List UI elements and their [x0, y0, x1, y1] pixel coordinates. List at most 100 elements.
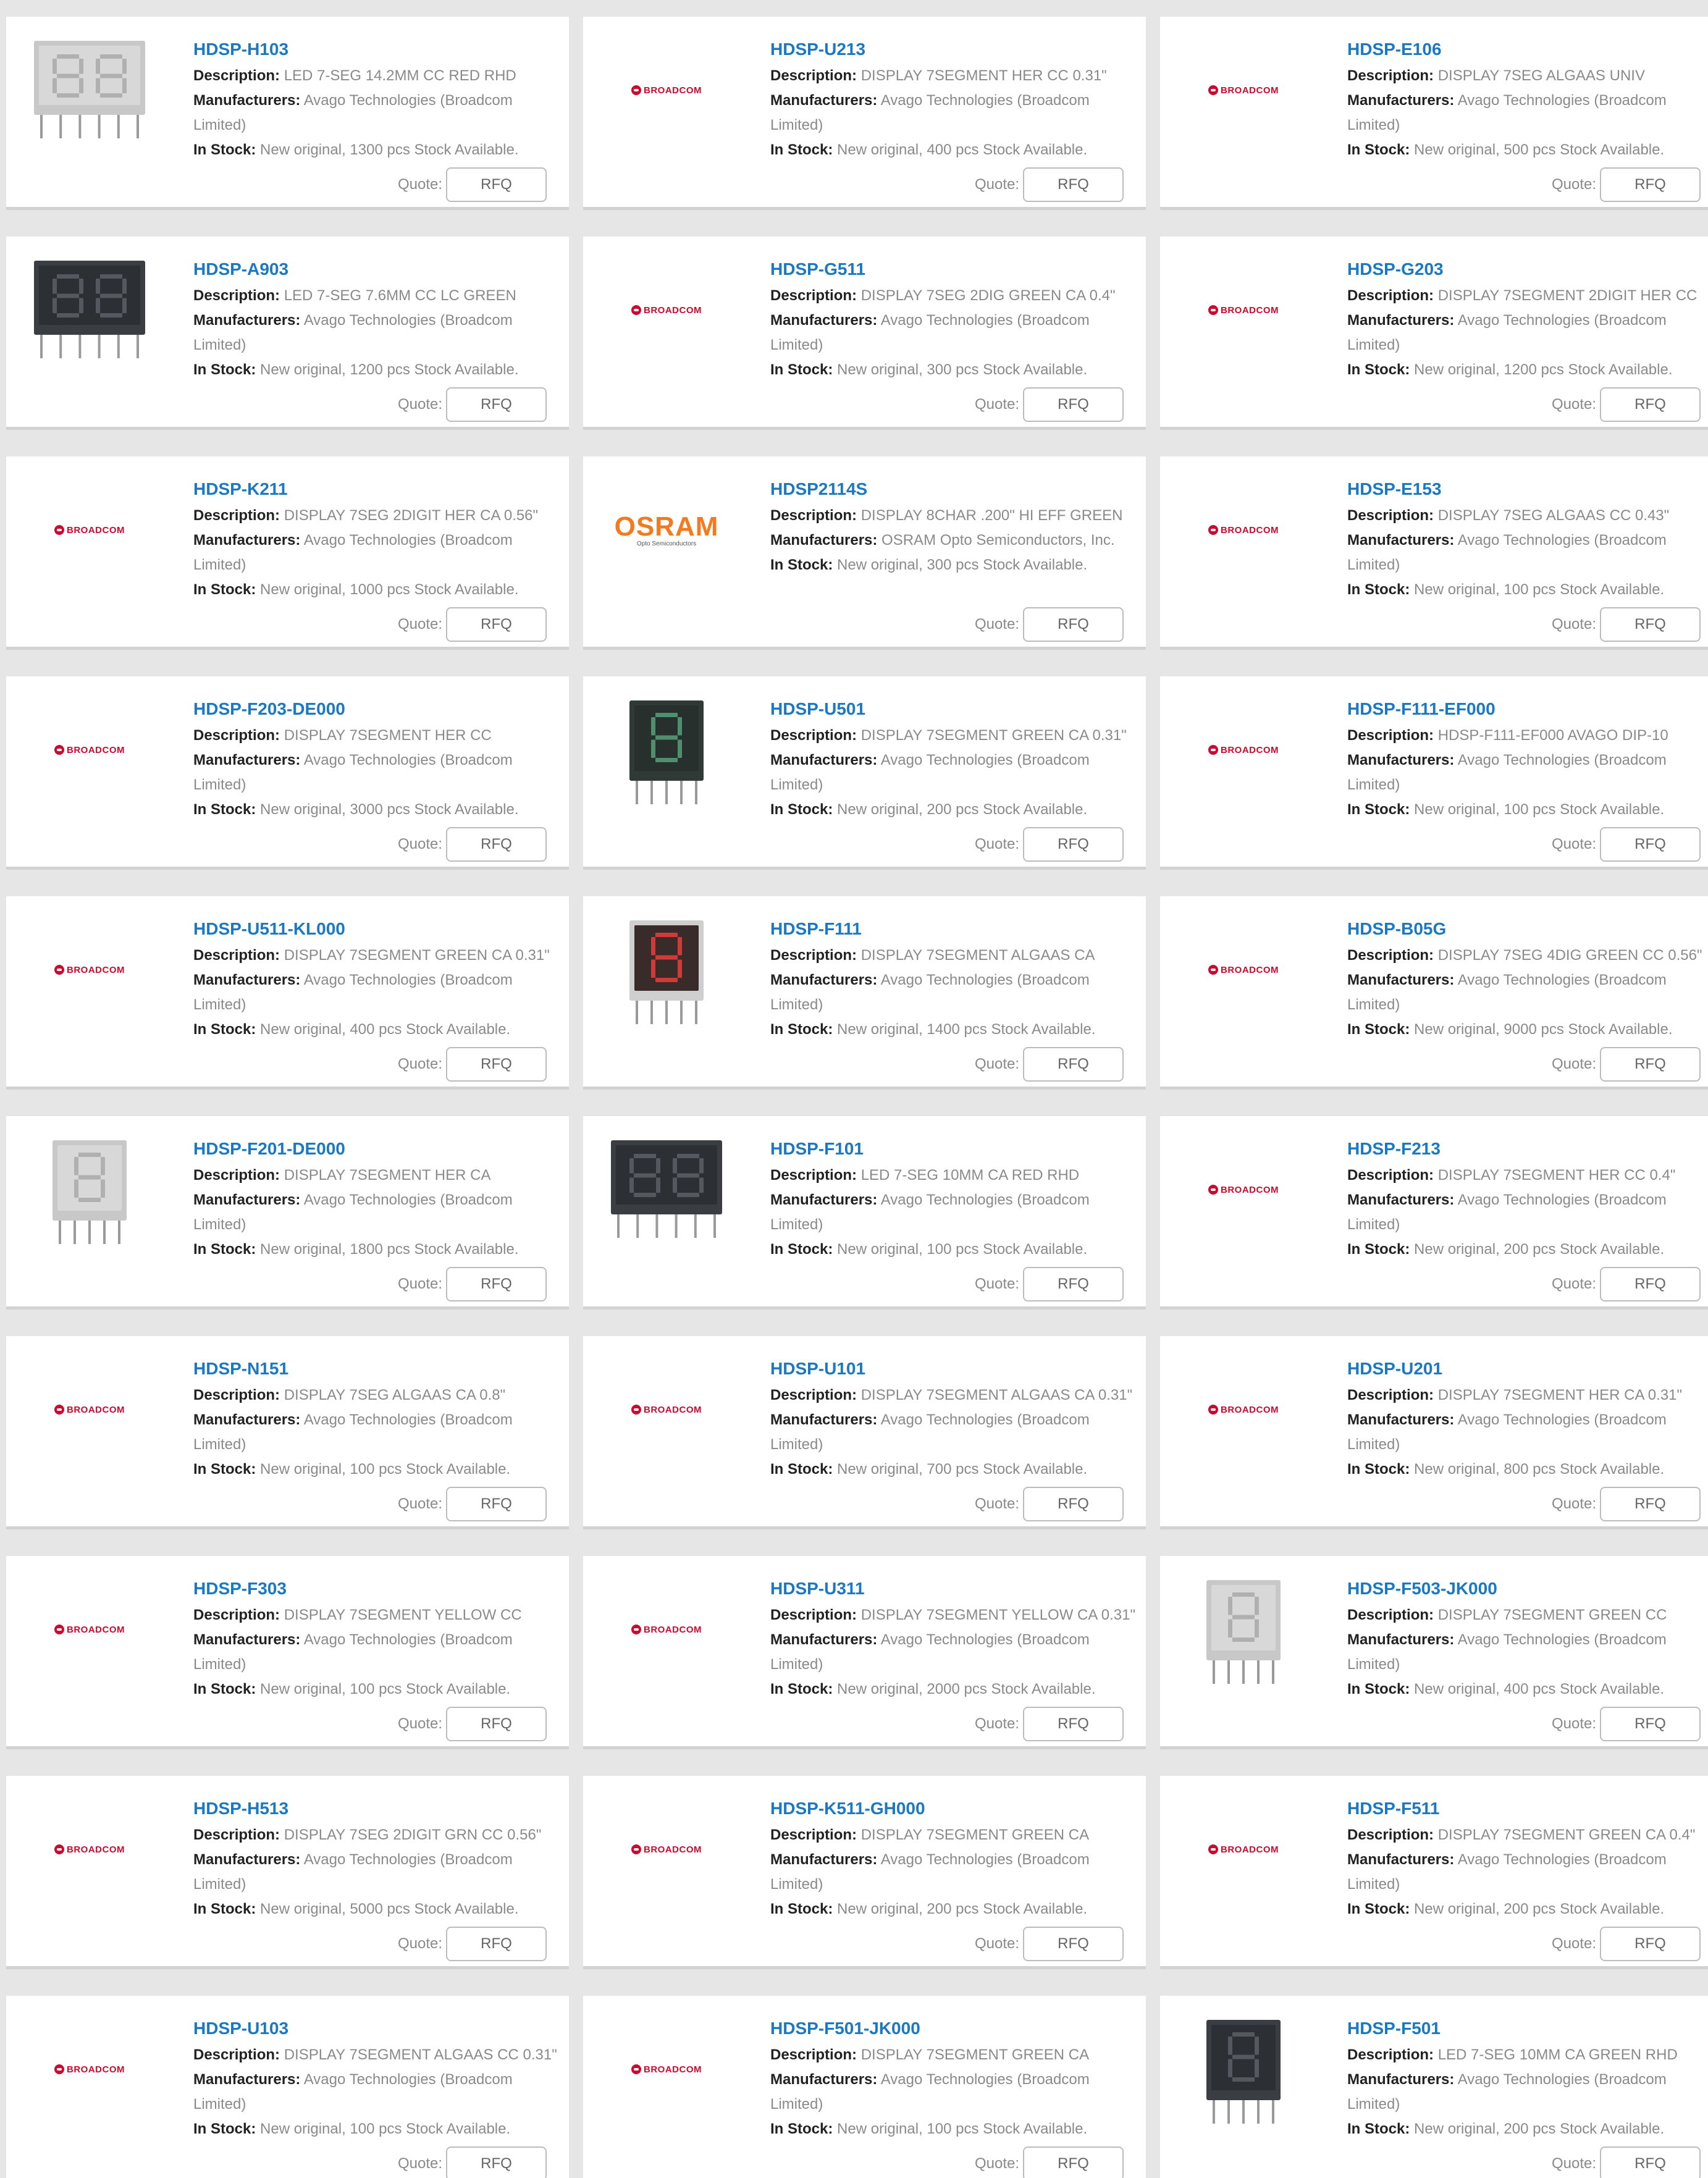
product-info: HDSP-A903 Description: LED 7-SEG 7.6MM C… [193, 255, 569, 382]
product-thumbnail[interactable] [1179, 2011, 1308, 2128]
rfq-button[interactable]: RFQ [446, 827, 547, 862]
rfq-button[interactable]: RFQ [446, 1927, 547, 1961]
part-number-link[interactable]: HDSP-U101 [770, 1355, 1146, 1383]
rfq-button[interactable]: RFQ [1600, 1487, 1701, 1521]
rfq-button[interactable]: RFQ [1023, 167, 1124, 202]
description-row: Description: DISPLAY 7SEG 2DIG GREEN CA … [770, 284, 1146, 308]
part-number-link[interactable]: HDSP-F501 [1347, 2014, 1708, 2043]
manufacturer-value-cont: Limited) [193, 996, 246, 1013]
quote-area: Quote: RFQ [975, 1487, 1124, 1521]
part-number-link[interactable]: HDSP-F203-DE000 [193, 695, 569, 723]
rfq-button[interactable]: RFQ [1600, 1267, 1701, 1301]
broadcom-logo-text: BROADCOM [644, 305, 702, 316]
manufacturer-row: Manufacturers: Avago Technologies (Broad… [193, 528, 569, 553]
product-thumbnail[interactable]: BROADCOM [602, 2011, 731, 2128]
product-thumbnail[interactable]: BROADCOM [25, 1571, 154, 1688]
part-number-link[interactable]: HDSP-K511-GH000 [770, 1794, 1146, 1823]
rfq-button[interactable]: RFQ [1600, 1047, 1701, 1082]
part-number-link[interactable]: HDSP-F111-EF000 [1347, 695, 1708, 723]
part-number-link[interactable]: HDSP-U201 [1347, 1355, 1708, 1383]
product-thumbnail[interactable]: BROADCOM [1179, 471, 1308, 589]
product-thumbnail[interactable]: BROADCOM [25, 471, 154, 589]
product-thumbnail[interactable]: BROADCOM [1179, 691, 1308, 809]
product-thumbnail[interactable]: BROADCOM [1179, 32, 1308, 149]
rfq-button[interactable]: RFQ [1023, 1047, 1124, 1082]
product-thumbnail[interactable]: BROADCOM [1179, 1791, 1308, 1908]
product-thumbnail[interactable]: BROADCOM [25, 691, 154, 809]
product-info: HDSP-U501 Description: DISPLAY 7SEGMENT … [770, 695, 1146, 822]
rfq-button[interactable]: RFQ [446, 1707, 547, 1741]
part-number-link[interactable]: HDSP-U501 [770, 695, 1146, 723]
product-thumbnail[interactable]: BROADCOM [1179, 911, 1308, 1028]
product-thumbnail[interactable] [25, 1131, 154, 1248]
product-thumbnail[interactable]: BROADCOM [602, 1351, 731, 1468]
product-thumbnail[interactable] [602, 691, 731, 809]
part-number-link[interactable]: HDSP-U213 [770, 35, 1146, 64]
product-thumbnail[interactable] [602, 911, 731, 1028]
part-number-link[interactable]: HDSP-U311 [770, 1575, 1146, 1603]
product-thumbnail[interactable]: BROADCOM [25, 1791, 154, 1908]
rfq-button[interactable]: RFQ [1023, 1707, 1124, 1741]
product-thumbnail[interactable] [25, 32, 154, 149]
rfq-button[interactable]: RFQ [446, 2146, 547, 2178]
product-thumbnail[interactable]: OSRAM Opto Semiconductors [602, 471, 731, 589]
rfq-button[interactable]: RFQ [1600, 387, 1701, 422]
description-value: DISPLAY 7SEG ALGAAS CC 0.43" [1437, 507, 1670, 524]
rfq-button[interactable]: RFQ [1023, 827, 1124, 862]
rfq-button[interactable]: RFQ [1023, 2146, 1124, 2178]
product-thumbnail[interactable]: BROADCOM [1179, 1131, 1308, 1248]
rfq-button[interactable]: RFQ [1600, 607, 1701, 642]
part-number-link[interactable]: HDSP-E106 [1347, 35, 1708, 64]
rfq-button[interactable]: RFQ [1600, 2146, 1701, 2178]
part-number-link[interactable]: HDSP-K211 [193, 475, 569, 503]
rfq-button[interactable]: RFQ [1023, 1927, 1124, 1961]
rfq-button[interactable]: RFQ [1600, 1927, 1701, 1961]
rfq-button[interactable]: RFQ [446, 387, 547, 422]
product-thumbnail[interactable]: BROADCOM [602, 32, 731, 149]
product-thumbnail[interactable] [1179, 1571, 1308, 1688]
rfq-button[interactable]: RFQ [446, 167, 547, 202]
rfq-button[interactable]: RFQ [1600, 827, 1701, 862]
part-number-link[interactable]: HDSP-N151 [193, 1355, 569, 1383]
rfq-button[interactable]: RFQ [1023, 1267, 1124, 1301]
product-thumbnail[interactable]: BROADCOM [25, 2011, 154, 2128]
product-thumbnail[interactable]: BROADCOM [602, 251, 731, 369]
product-thumbnail[interactable] [25, 251, 154, 369]
rfq-button[interactable]: RFQ [1600, 1707, 1701, 1741]
rfq-button[interactable]: RFQ [446, 1047, 547, 1082]
rfq-button[interactable]: RFQ [1023, 387, 1124, 422]
rfq-button[interactable]: RFQ [1023, 1487, 1124, 1521]
product-thumbnail[interactable]: BROADCOM [25, 911, 154, 1028]
part-number-link[interactable]: HDSP2114S [770, 475, 1146, 503]
rfq-button[interactable]: RFQ [446, 1267, 547, 1301]
part-number-link[interactable]: HDSP-H103 [193, 35, 569, 64]
rfq-button[interactable]: RFQ [446, 607, 547, 642]
part-number-link[interactable]: HDSP-H513 [193, 1794, 569, 1823]
part-number-link[interactable]: HDSP-F511 [1347, 1794, 1708, 1823]
part-number-link[interactable]: HDSP-G511 [770, 255, 1146, 284]
rfq-button[interactable]: RFQ [1600, 167, 1701, 202]
rfq-button[interactable]: RFQ [446, 1487, 547, 1521]
part-number-link[interactable]: HDSP-F503-JK000 [1347, 1575, 1708, 1603]
part-number-link[interactable]: HDSP-G203 [1347, 255, 1708, 284]
part-number-link[interactable]: HDSP-F303 [193, 1575, 569, 1603]
part-number-link[interactable]: HDSP-F213 [1347, 1135, 1708, 1163]
part-number-link[interactable]: HDSP-E153 [1347, 475, 1708, 503]
product-thumbnail[interactable]: BROADCOM [602, 1571, 731, 1688]
manufacturer-label: Manufacturers: [193, 532, 301, 549]
part-number-link[interactable]: HDSP-B05G [1347, 915, 1708, 943]
part-number-link[interactable]: HDSP-U103 [193, 2014, 569, 2043]
product-thumbnail[interactable] [602, 1131, 731, 1248]
part-number-link[interactable]: HDSP-U511-KL000 [193, 915, 569, 943]
rfq-button[interactable]: RFQ [1023, 607, 1124, 642]
part-number-link[interactable]: HDSP-F201-DE000 [193, 1135, 569, 1163]
part-number-link[interactable]: HDSP-A903 [193, 255, 569, 284]
product-thumbnail[interactable]: BROADCOM [602, 1791, 731, 1908]
part-number-link[interactable]: HDSP-F501-JK000 [770, 2014, 1146, 2043]
product-thumbnail[interactable]: BROADCOM [25, 1351, 154, 1468]
product-thumbnail[interactable]: BROADCOM [1179, 251, 1308, 369]
product-thumbnail[interactable]: BROADCOM [1179, 1351, 1308, 1468]
quote-area: Quote: RFQ [398, 607, 547, 642]
part-number-link[interactable]: HDSP-F111 [770, 915, 1146, 943]
part-number-link[interactable]: HDSP-F101 [770, 1135, 1146, 1163]
